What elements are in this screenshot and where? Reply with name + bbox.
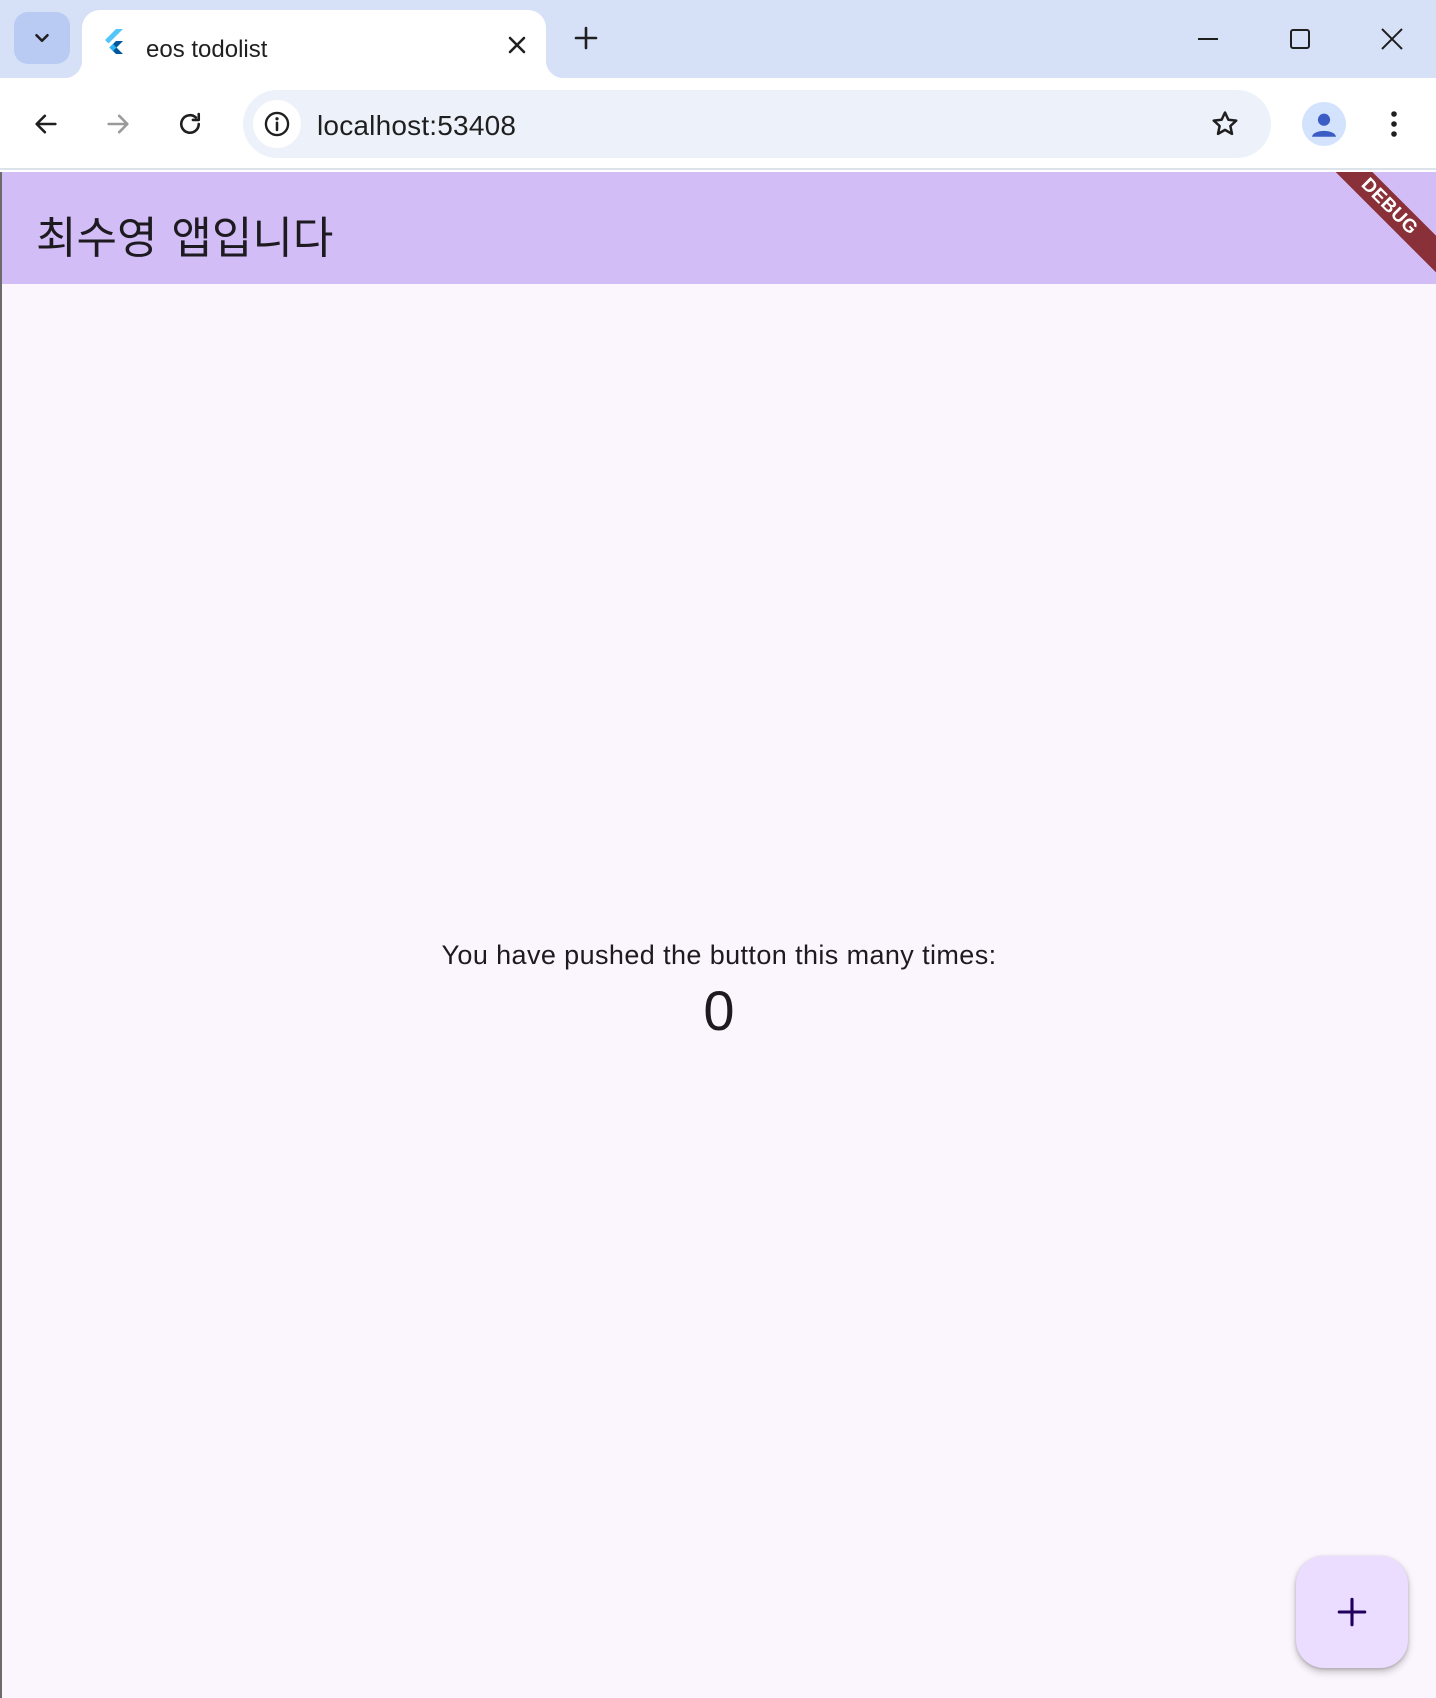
kebab-menu-icon — [1391, 111, 1397, 137]
forward-button[interactable] — [94, 100, 142, 148]
minimize-icon — [1198, 38, 1218, 40]
app-viewport: 최수영 앱입니다 DEBUG You have pushed the butto… — [2, 172, 1436, 1698]
url-text: localhost:53408 — [317, 110, 517, 141]
back-button[interactable] — [22, 100, 70, 148]
maximize-button[interactable] — [1270, 14, 1330, 64]
minimize-button[interactable] — [1178, 14, 1238, 64]
maximize-icon — [1290, 29, 1310, 49]
reload-icon — [180, 112, 201, 135]
tab-strip: eos todolist — [0, 0, 1436, 78]
add-icon — [1337, 1597, 1367, 1627]
flutter-logo-icon — [105, 29, 123, 54]
site-info-button[interactable] — [253, 100, 301, 148]
profile-icon — [1311, 113, 1337, 137]
counter-value: 0 — [703, 979, 735, 1042]
tab-title: eos todolist — [146, 36, 268, 63]
info-icon — [264, 111, 290, 137]
counter-label: You have pushed the button this many tim… — [441, 940, 997, 970]
reload-button[interactable] — [166, 100, 214, 148]
close-icon — [508, 36, 526, 54]
window-close-button[interactable] — [1362, 14, 1422, 64]
tab-close-button[interactable] — [502, 30, 532, 60]
profile-button[interactable] — [1302, 102, 1346, 146]
browser-toolbar: localhost:53408 — [0, 78, 1436, 170]
forward-arrow-icon — [107, 114, 129, 134]
page-title: 최수영 앱입니다 — [36, 213, 334, 264]
app-bar: 최수영 앱입니다 — [2, 172, 1436, 284]
chevron-down-icon — [35, 33, 49, 43]
bookmark-button[interactable] — [1203, 102, 1247, 146]
active-tab[interactable]: eos todolist — [64, 10, 564, 78]
increment-button[interactable] — [1296, 1556, 1408, 1668]
star-icon — [1212, 111, 1238, 136]
browser-menu-button[interactable] — [1372, 102, 1416, 146]
back-arrow-icon — [35, 114, 57, 134]
plus-icon — [574, 26, 598, 50]
window-close-icon — [1381, 28, 1403, 50]
new-tab-button[interactable] — [566, 18, 606, 58]
tab-search-button[interactable] — [14, 12, 70, 64]
address-bar[interactable]: localhost:53408 — [243, 90, 1271, 158]
